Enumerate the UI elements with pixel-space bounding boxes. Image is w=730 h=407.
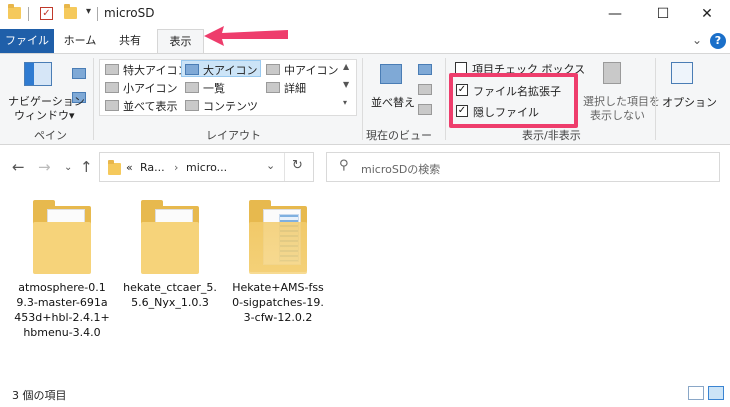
folder-icon	[108, 160, 121, 175]
layout-group-label: レイアウト	[206, 129, 261, 142]
hide-selected-icon[interactable]	[603, 62, 621, 84]
navigation-pane-icon[interactable]	[24, 62, 52, 86]
folder-with-document-icon	[249, 200, 307, 274]
tab-share[interactable]: 共有	[110, 29, 150, 53]
highlight-annotation	[449, 73, 578, 128]
layout-content[interactable]: コンテンツ	[203, 98, 258, 114]
file-list: atmosphere-0.19.3-master-691a453d+hbl-2.…	[0, 188, 730, 378]
tab-file[interactable]: ファイル	[0, 29, 54, 53]
arrow-annotation-icon	[204, 26, 288, 46]
address-bar[interactable]: « Ra... › micro... ⌄ ↻	[99, 152, 314, 182]
quick-access-dropdown-icon[interactable]: ▾	[86, 6, 91, 17]
group-by-icon[interactable]	[418, 64, 432, 75]
gallery-up-icon[interactable]: ▲	[343, 62, 349, 71]
item-count: 3 個の項目	[12, 389, 67, 402]
folder-icon	[33, 200, 91, 274]
divider	[362, 58, 363, 140]
close-button[interactable]: ✕	[684, 0, 730, 29]
navigation-pane-dropdown[interactable]: ウィンドウ▾	[14, 107, 75, 123]
layout-small-icons[interactable]: 小アイコン	[123, 80, 177, 96]
layout-tiles[interactable]: 並べて表示	[123, 98, 178, 114]
file-name: atmosphere-0.19.3-master-691a453d+hbl-2.…	[14, 281, 110, 339]
list-item[interactable]: atmosphere-0.19.3-master-691a453d+hbl-2.…	[8, 200, 116, 340]
options-icon[interactable]	[671, 62, 693, 84]
list-item[interactable]: Hekate+AMS-fss0-sigpatches-19.3-cfw-12.0…	[224, 200, 332, 325]
folder-icon	[141, 200, 199, 274]
options-button[interactable]: オプション	[662, 94, 717, 110]
small-icons-icon	[105, 82, 119, 93]
minimize-button[interactable]: —	[592, 0, 638, 29]
breadcrumb-overflow[interactable]: «	[126, 161, 133, 174]
breadcrumb-item[interactable]: micro...	[186, 161, 227, 174]
ribbon-tabs: ファイル ホーム 共有 表示 ⌄ ?	[0, 29, 730, 54]
address-area: ← → ⌄ ↑ « Ra... › micro... ⌄ ↻ ⚲ microSD…	[0, 146, 730, 188]
add-columns-icon[interactable]	[418, 84, 432, 95]
folder-icon	[8, 4, 21, 19]
list-icon	[185, 82, 199, 93]
sort-by-button[interactable]: 並べ替え	[371, 94, 415, 110]
current-view-group-label: 現在のビュー	[366, 129, 432, 142]
gallery-down-icon[interactable]: ▼	[343, 80, 349, 89]
layout-details[interactable]: 詳細	[284, 80, 306, 96]
ribbon: ナビゲーション ウィンドウ▾ ペイン 特大アイコン 大アイコン 中アイコン 小ア…	[0, 53, 730, 145]
large-icons-view-icon[interactable]	[708, 386, 724, 400]
details-view-icon[interactable]	[688, 386, 704, 400]
layout-list[interactable]: 一覧	[203, 80, 225, 96]
divider	[445, 58, 446, 140]
address-dropdown-icon[interactable]: ⌄	[266, 159, 275, 172]
breadcrumb-item[interactable]: Ra...	[140, 161, 165, 174]
window-title: microSD	[104, 6, 155, 20]
maximize-button[interactable]: ☐	[640, 0, 686, 29]
file-name: Hekate+AMS-fss0-sigpatches-19.3-cfw-12.0…	[232, 281, 324, 324]
status-bar: 3 個の項目	[0, 380, 730, 407]
preview-pane-icon[interactable]	[72, 68, 86, 79]
help-icon[interactable]: ?	[710, 33, 726, 49]
size-columns-icon[interactable]	[418, 104, 432, 115]
properties-icon[interactable]: ✓	[40, 7, 53, 20]
tiles-icon	[105, 100, 119, 111]
extra-large-icons-icon	[105, 64, 119, 75]
expand-ribbon-icon[interactable]: ⌄	[692, 33, 702, 47]
sort-by-icon[interactable]	[380, 64, 402, 84]
back-arrow-icon[interactable]: ←	[12, 158, 25, 176]
recent-locations-icon[interactable]: ⌄	[64, 162, 72, 173]
divider	[93, 58, 94, 140]
details-icon	[266, 82, 280, 93]
search-box[interactable]: ⚲ microSDの検索	[326, 152, 720, 182]
file-name: hekate_ctcaer_5.5.6_Nyx_1.0.3	[123, 281, 217, 309]
breadcrumb-chevron-icon[interactable]: ›	[174, 161, 178, 174]
divider	[284, 153, 285, 181]
divider	[97, 7, 98, 21]
hide-selected-label-line2[interactable]: 表示しない	[590, 107, 645, 123]
divider	[655, 58, 656, 140]
refresh-icon[interactable]: ↻	[292, 158, 303, 173]
tab-view[interactable]: 表示	[157, 29, 204, 54]
title-bar: ✓ ▾ microSD — ☐ ✕	[0, 0, 730, 29]
forward-arrow-icon[interactable]: →	[38, 158, 51, 176]
layout-extra-large-icons[interactable]: 特大アイコン	[123, 62, 188, 78]
medium-icons-icon	[266, 64, 280, 75]
pane-group-label: ペイン	[34, 129, 67, 142]
show-hide-group-label: 表示/非表示	[522, 129, 581, 142]
layout-large-icons[interactable]: 大アイコン	[203, 62, 257, 78]
layout-medium-icons[interactable]: 中アイコン	[284, 62, 338, 78]
content-icon	[185, 100, 199, 111]
tab-home[interactable]: ホーム	[60, 29, 100, 53]
up-arrow-icon[interactable]: ↑	[80, 158, 93, 176]
search-icon: ⚲	[339, 158, 349, 173]
search-input[interactable]: microSDの検索	[361, 161, 440, 177]
divider	[28, 7, 29, 21]
list-item[interactable]: hekate_ctcaer_5.5.6_Nyx_1.0.3	[116, 200, 224, 310]
gallery-more-icon[interactable]: ▾	[343, 98, 347, 107]
new-folder-icon[interactable]	[64, 4, 77, 19]
large-icons-icon	[185, 64, 199, 75]
